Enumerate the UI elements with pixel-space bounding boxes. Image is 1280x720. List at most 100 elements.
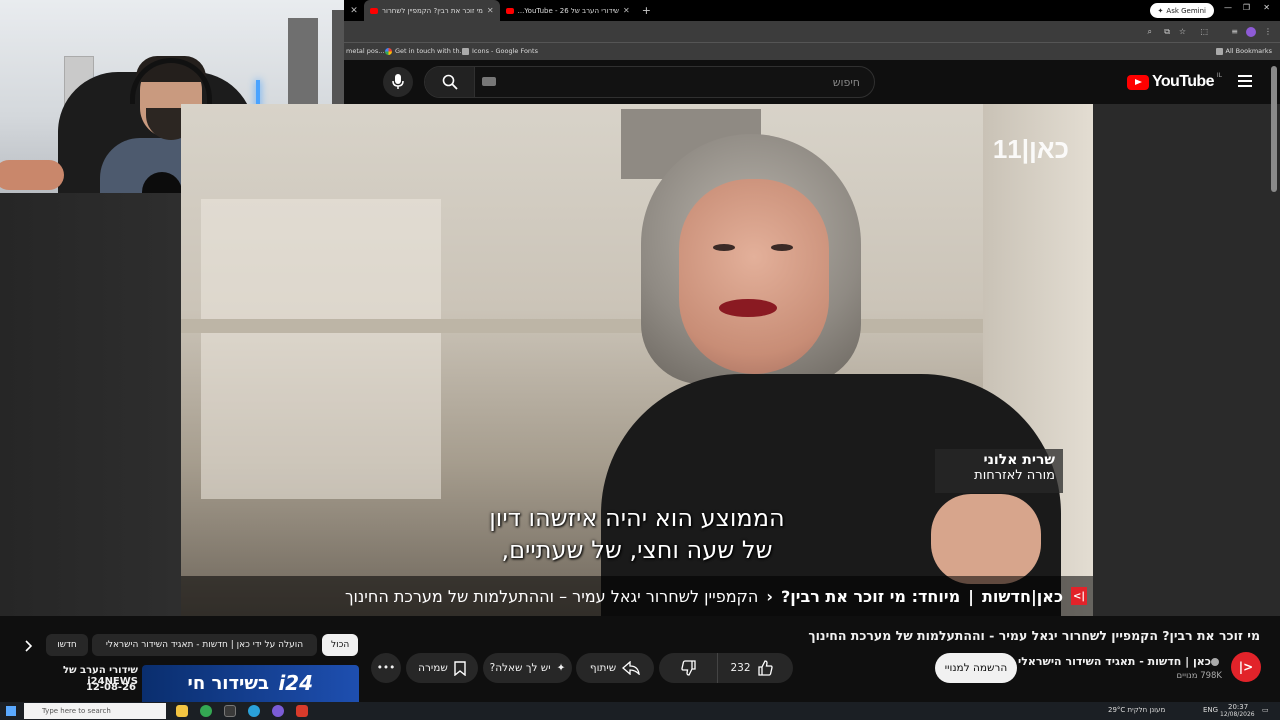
keyboard-icon[interactable] bbox=[482, 77, 496, 86]
speaker-name-card: שרית אלוני מורה לאזרחות bbox=[935, 449, 1063, 493]
window-close-icon[interactable]: ✕ bbox=[1263, 3, 1270, 12]
chips-next-button[interactable] bbox=[18, 636, 38, 656]
thumbs-up-icon bbox=[757, 660, 773, 676]
app-icon[interactable] bbox=[296, 705, 308, 717]
webcam-poster-edge bbox=[332, 10, 344, 110]
minimize-icon[interactable]: — bbox=[1224, 3, 1232, 12]
kan-logo-icon: |> bbox=[1071, 587, 1087, 605]
recommended-video-date: 12-08-26 bbox=[85, 682, 136, 693]
bookmark-item[interactable]: Icons - Google Fonts bbox=[462, 47, 538, 55]
video-player[interactable]: כאן|11 שרית אלוני מורה לאזרחות הממוצע הו… bbox=[181, 104, 1093, 616]
google-icon bbox=[385, 47, 392, 55]
share-label: שיתוף bbox=[589, 662, 617, 674]
folder-icon bbox=[1215, 47, 1223, 55]
new-tab-button[interactable]: + bbox=[642, 4, 651, 17]
share-button[interactable]: שיתוף bbox=[576, 653, 654, 683]
youtube-logo[interactable]: YouTube IL bbox=[1127, 72, 1222, 91]
app-icon[interactable] bbox=[272, 705, 284, 717]
fonts-icon bbox=[462, 47, 469, 55]
ticker-special: מיוחד: מי זוכר את רבין? bbox=[780, 586, 961, 606]
voice-search-button[interactable] bbox=[383, 67, 413, 97]
install-icon[interactable]: ⧉ bbox=[1164, 27, 1170, 37]
ticker-text: הקמפיין לשחרור יגאל עמיר – וההתעלמות של … bbox=[344, 586, 759, 606]
more-actions-button[interactable]: ••• bbox=[371, 653, 401, 683]
subscriber-count: 798K מנויים bbox=[1176, 671, 1222, 681]
bookmark-label: Get in touch with th... bbox=[395, 47, 466, 55]
chip-all[interactable]: הכול bbox=[322, 634, 359, 656]
youtube-header: YouTube IL bbox=[344, 61, 1280, 104]
ask-gemini-label: Ask Gemini bbox=[1166, 6, 1206, 15]
speaker-role: מורה לאזרחות bbox=[974, 468, 1055, 483]
channel-name-label: כאן | חדשות - תאגיד השידור הישראלי bbox=[1017, 655, 1211, 668]
interviewee-eye bbox=[771, 244, 793, 251]
webcam-hand bbox=[0, 160, 64, 190]
interviewee-face bbox=[679, 179, 829, 374]
bookmark-item[interactable]: metal pos... bbox=[346, 47, 384, 55]
youtube-favicon-icon bbox=[505, 7, 514, 14]
tab-title: מי זוכר את רבין? הקמפיין לשחרור bbox=[382, 6, 483, 15]
taskbar-search[interactable]: Type here to search bbox=[24, 703, 166, 719]
more-menu-icon[interactable]: ⋮ bbox=[1264, 27, 1272, 36]
video-left-background bbox=[0, 193, 181, 616]
bookmark-item[interactable]: Get in touch with th... bbox=[385, 47, 466, 55]
more-horizontal-icon: ••• bbox=[376, 662, 396, 674]
chrome-icon[interactable] bbox=[200, 705, 212, 717]
bookmark-star-icon[interactable]: ☆ bbox=[1179, 27, 1186, 36]
video-right-background bbox=[1093, 104, 1280, 616]
media-icon[interactable]: ≡ bbox=[1231, 27, 1238, 36]
chip-news[interactable]: חדשו bbox=[46, 634, 88, 656]
close-icon[interactable]: ✕ bbox=[344, 6, 364, 16]
weather-widget[interactable]: 29°C מעונן חלקית bbox=[1108, 706, 1165, 714]
ask-question-label: יש לך שאלה? bbox=[489, 662, 551, 674]
like-count: 232 bbox=[730, 662, 751, 674]
extensions-icon[interactable]: ⬚ bbox=[1200, 27, 1208, 36]
bookmarks-bar: metal pos... Get in touch with th... Ico… bbox=[344, 42, 1280, 60]
channel-avatar[interactable]: |> bbox=[1231, 652, 1261, 682]
ask-gemini-button[interactable]: ✦ Ask Gemini bbox=[1149, 3, 1214, 18]
bookmark-label: metal pos... bbox=[346, 47, 385, 55]
browser-toolbar: ⌕ ⧉ ☆ ⬚ ≡ ⋮ bbox=[344, 21, 1280, 42]
file-explorer-icon[interactable] bbox=[176, 705, 188, 717]
browser-tab[interactable]: ✕ שידורי הערב של YouTube - 26... bbox=[500, 0, 636, 21]
screen: ✕ ✕ מי זוכר את רבין? הקמפיין לשחרור ✕ שי… bbox=[0, 0, 1280, 720]
dislike-button[interactable] bbox=[667, 653, 711, 683]
clock-date[interactable]: 12/08/2026 bbox=[1220, 711, 1255, 718]
youtube-play-icon bbox=[1127, 74, 1149, 90]
youtube-favicon-icon bbox=[370, 7, 378, 14]
speaker-name: שרית אלוני bbox=[983, 452, 1055, 468]
search-input[interactable] bbox=[500, 73, 860, 91]
close-icon[interactable]: ✕ bbox=[487, 6, 494, 15]
zoom-icon[interactable]: ⌕ bbox=[1148, 27, 1152, 37]
browser-tab-strip: ✕ ✕ מי זוכר את רבין? הקמפיין לשחרור ✕ שי… bbox=[344, 0, 1280, 21]
search-button[interactable] bbox=[425, 67, 475, 97]
subtitle-line: הממוצע הוא יהיה איזשהו דיון bbox=[489, 504, 785, 532]
all-bookmarks-button[interactable]: All Bookmarks bbox=[1215, 47, 1272, 55]
profile-avatar[interactable] bbox=[1246, 27, 1256, 37]
telegram-icon[interactable] bbox=[248, 705, 260, 717]
ticker-divider: | bbox=[968, 586, 974, 606]
windows-start-icon[interactable] bbox=[6, 706, 16, 716]
chip-uploaded-by[interactable]: הועלה על ידי כאן | חדשות - תאגיד השידור … bbox=[92, 634, 317, 656]
channel-name[interactable]: כאן | חדשות - תאגיד השידור הישראלי bbox=[1018, 655, 1222, 668]
chevron-left-icon: ‹ bbox=[766, 586, 773, 606]
page-scrollbar[interactable] bbox=[1271, 66, 1277, 192]
browser-tab-active[interactable]: ✕ מי זוכר את רבין? הקמפיין לשחרור bbox=[364, 0, 500, 21]
like-button[interactable]: 232 bbox=[717, 653, 784, 683]
hamburger-menu-icon[interactable] bbox=[1238, 75, 1252, 90]
app-icon[interactable] bbox=[224, 705, 236, 717]
ask-question-button[interactable]: ✦ יש לך שאלה? bbox=[483, 653, 572, 683]
like-dislike-group: 232 bbox=[659, 653, 793, 683]
notification-icon[interactable]: ▭ bbox=[1262, 706, 1269, 714]
recommended-video-thumbnail[interactable]: בשידור חי i24 bbox=[142, 665, 359, 705]
clock-time[interactable]: 20:37 bbox=[1228, 703, 1248, 711]
save-button[interactable]: שמירה bbox=[406, 653, 478, 683]
bookmark-icon bbox=[454, 660, 466, 676]
windows-taskbar: Type here to search 29°C מעונן חלקית ENG… bbox=[0, 702, 1280, 720]
interviewee-eye bbox=[713, 244, 735, 251]
thumbs-down-icon bbox=[681, 660, 697, 676]
subscribe-button[interactable]: הרשמה למנויי bbox=[935, 653, 1017, 683]
save-label: שמירה bbox=[418, 662, 448, 674]
restore-icon[interactable]: ❐ bbox=[1243, 3, 1250, 12]
language-indicator[interactable]: ENG bbox=[1203, 706, 1218, 714]
close-icon[interactable]: ✕ bbox=[623, 6, 630, 15]
